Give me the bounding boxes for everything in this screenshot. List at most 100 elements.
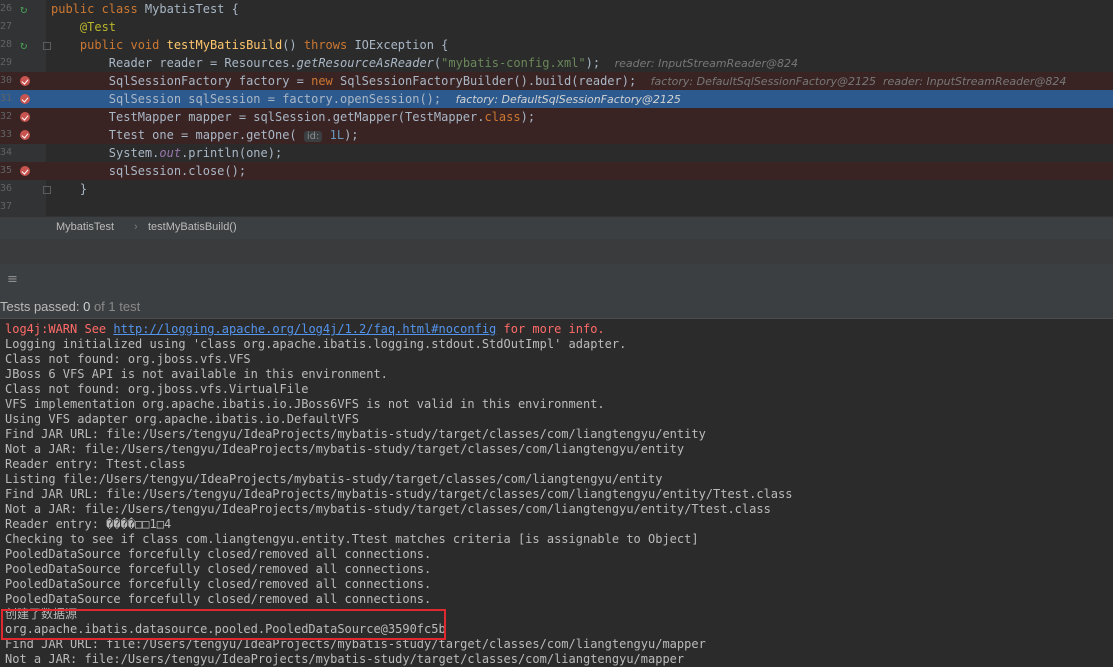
code-editor[interactable]: 26 ↻ public class MybatisTest {27 @Test 28 ↻… xyxy=(0,0,1113,216)
line-number[interactable]: 26 xyxy=(0,0,12,18)
console-line: Class not found: org.jboss.vfs.VFS xyxy=(5,352,251,366)
console-line: VFS implementation org.apache.ibatis.io.… xyxy=(5,397,605,411)
faq-link[interactable]: http://logging.apache.org/log4j/1.2/faq.… xyxy=(113,322,496,336)
breakpoint-icon[interactable] xyxy=(20,166,30,176)
code-text[interactable]: Reader reader = Resources.getResourceAsR… xyxy=(51,54,798,73)
code-line[interactable]: 34 System.out.println(one); xyxy=(0,144,1113,162)
code-token: class xyxy=(484,110,521,124)
code-token: IOException { xyxy=(354,38,449,52)
param-hint: id: xyxy=(303,131,323,142)
console-line: PooledDataSource forcefully closed/remov… xyxy=(5,577,432,591)
code-line[interactable]: 36 } xyxy=(0,180,1113,198)
code-text[interactable]: public void testMyBatisBuild() throws IO… xyxy=(51,36,448,54)
code-token: out xyxy=(159,146,182,160)
line-number[interactable]: 30 xyxy=(0,72,12,90)
code-token: throws xyxy=(303,38,355,52)
code-token: TestMapper mapper = sqlSession.getMapper… xyxy=(51,110,485,124)
line-number[interactable]: 34 xyxy=(0,144,12,162)
console-line: Not a JAR: file:/Users/tengyu/IdeaProjec… xyxy=(5,652,685,666)
code-text[interactable]: SqlSession sqlSession = factory.openSess… xyxy=(51,90,681,109)
code-token: @Test xyxy=(51,20,117,34)
code-text[interactable]: Ttest one = mapper.getOne( id: 1L); xyxy=(51,126,359,146)
code-line[interactable]: 29 Reader reader = Resources.getResource… xyxy=(0,54,1113,72)
warn-suffix: for more info. xyxy=(496,322,605,336)
line-number[interactable]: 32 xyxy=(0,108,12,126)
code-token: public void xyxy=(51,38,167,52)
code-text[interactable]: sqlSession.close(); xyxy=(51,162,246,180)
code-text[interactable]: @Test xyxy=(51,18,116,36)
code-line[interactable]: 33 Ttest one = mapper.getOne( id: 1L); xyxy=(0,126,1113,144)
console-line: Not a JAR: file:/Users/tengyu/IdeaProjec… xyxy=(5,442,685,456)
code-token: SqlSessionFactoryBuilder().build(reader)… xyxy=(340,74,651,88)
console-line: Reader entry: Ttest.class xyxy=(5,457,186,471)
line-number[interactable]: 28 xyxy=(0,36,12,54)
code-line[interactable]: 28 ↻ public void testMyBatisBuild() throw… xyxy=(0,36,1113,54)
code-token: ); xyxy=(344,128,359,142)
test-status-bar: Tests passed: 0 of 1 test xyxy=(0,294,1113,318)
console-line: Listing file:/Users/tengyu/IdeaProjects/… xyxy=(5,472,663,486)
code-token: sqlSession.close(); xyxy=(51,164,247,178)
breakpoint-icon[interactable] xyxy=(20,112,30,122)
breadcrumb: MybatisTest › testMyBatisBuild() xyxy=(0,216,1113,239)
code-token: .println(one); xyxy=(181,146,283,160)
run-test-icon[interactable]: ↻ xyxy=(20,39,30,51)
breakpoint-icon[interactable] xyxy=(20,76,30,86)
line-number[interactable]: 27 xyxy=(0,18,12,36)
run-test-icon[interactable]: ↻ xyxy=(20,3,30,15)
code-text[interactable]: TestMapper mapper = sqlSession.getMapper… xyxy=(51,108,535,126)
code-token: } xyxy=(51,182,88,196)
console-line: Find JAR URL: file:/Users/tengyu/IdeaPro… xyxy=(5,487,793,501)
breadcrumb-class[interactable]: MybatisTest xyxy=(56,221,114,233)
breadcrumb-method[interactable]: testMyBatisBuild() xyxy=(148,221,237,233)
console-line: Logging initialized using 'class org.apa… xyxy=(5,337,627,351)
code-line[interactable]: 31 SqlSession sqlSession = factory.openS… xyxy=(0,90,1113,108)
line-number[interactable]: 35 xyxy=(0,162,12,180)
code-token: 1L xyxy=(322,128,345,142)
code-token: System. xyxy=(51,146,160,160)
console-line: Using VFS adapter org.apache.ibatis.io.D… xyxy=(5,412,360,426)
status-suffix: of 1 test xyxy=(90,299,141,314)
tool-window-header xyxy=(0,239,1113,265)
test-status-text: Tests passed: 0 of 1 test xyxy=(0,299,140,314)
code-token: getResourceAsReader xyxy=(296,56,434,70)
debug-value-hint: reader: InputStreamReader@824 xyxy=(614,57,799,70)
breadcrumb-separator: › xyxy=(134,221,138,233)
fold-icon[interactable] xyxy=(43,186,51,194)
line-number[interactable]: 37 xyxy=(0,198,12,216)
code-token: new xyxy=(311,74,340,88)
code-token: MybatisTest { xyxy=(144,2,239,16)
code-line[interactable]: 35 sqlSession.close(); xyxy=(0,162,1113,180)
code-token: SqlSessionFactory factory = xyxy=(51,74,312,88)
code-token: () xyxy=(282,38,304,52)
code-token: testMyBatisBuild xyxy=(166,38,283,52)
code-line[interactable]: 37 xyxy=(0,198,1113,216)
breakpoint-icon[interactable] xyxy=(20,130,30,140)
code-token: public class xyxy=(51,2,145,16)
console-warn-line: log4j:WARN See http://logging.apache.org… xyxy=(5,322,605,337)
debug-value-hint: factory: DefaultSqlSessionFactory@2125 r… xyxy=(650,75,1067,88)
code-token: ); xyxy=(520,110,536,124)
code-token: "mybatis-config.xml" xyxy=(441,56,586,70)
fold-icon[interactable] xyxy=(43,42,51,50)
code-text[interactable]: System.out.println(one); xyxy=(51,144,282,162)
code-line[interactable]: 27 @Test xyxy=(0,18,1113,36)
menu-lines-icon[interactable]: ≡ xyxy=(7,272,18,287)
code-line[interactable]: 26 ↻ public class MybatisTest { xyxy=(0,0,1113,18)
console-line: JBoss 6 VFS API is not available in this… xyxy=(5,367,388,381)
code-token: SqlSession sqlSession = factory.openSess… xyxy=(51,92,456,106)
line-number[interactable]: 33 xyxy=(0,126,12,144)
code-text[interactable]: SqlSessionFactory factory = new SqlSessi… xyxy=(51,72,1067,91)
code-text[interactable]: public class MybatisTest { xyxy=(51,0,239,18)
code-line[interactable]: 30 SqlSessionFactory factory = new SqlSe… xyxy=(0,72,1113,90)
breakpoint-icon[interactable] xyxy=(20,94,30,104)
line-number[interactable]: 29 xyxy=(0,54,12,72)
console-output[interactable]: log4j:WARN See http://logging.apache.org… xyxy=(0,322,1113,667)
console-line: Class not found: org.jboss.vfs.VirtualFi… xyxy=(5,382,309,396)
code-line[interactable]: 32 TestMapper mapper = sqlSession.getMap… xyxy=(0,108,1113,126)
line-number[interactable]: 31 xyxy=(0,90,12,108)
console-line: PooledDataSource forcefully closed/remov… xyxy=(5,592,432,606)
line-number[interactable]: 36 xyxy=(0,180,12,198)
status-prefix: Tests passed: xyxy=(0,299,84,314)
code-text[interactable]: } xyxy=(51,180,87,198)
console-line: PooledDataSource forcefully closed/remov… xyxy=(5,547,432,561)
